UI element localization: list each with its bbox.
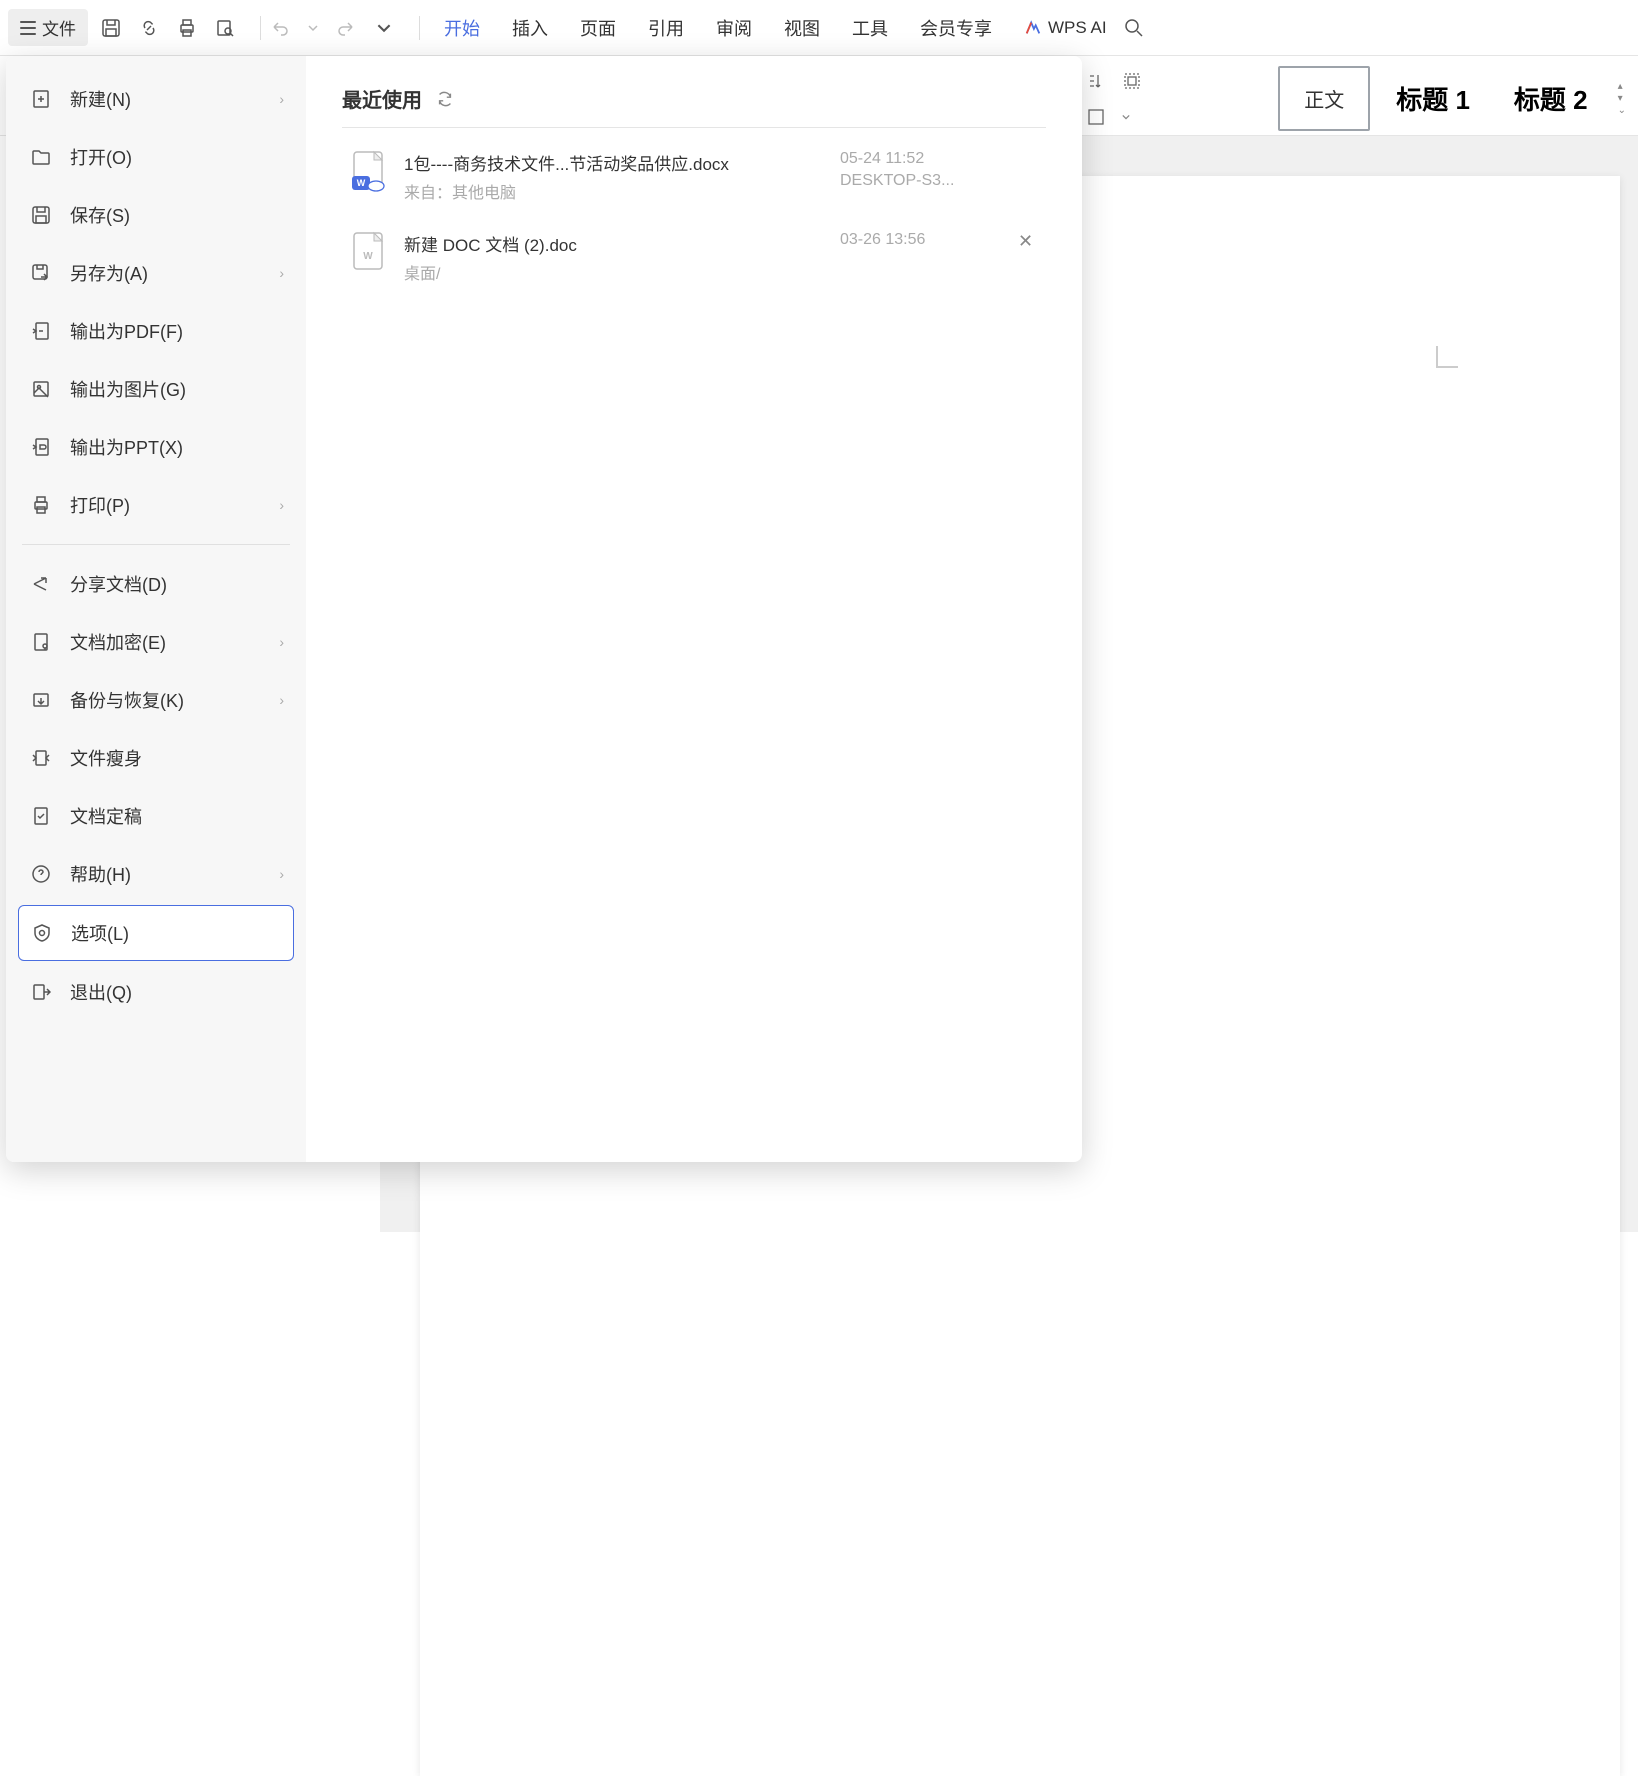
open-icon [30,146,52,168]
search-icon[interactable] [1123,17,1145,39]
sidebar-item-export-image[interactable]: 输出为图片(G) [18,362,294,416]
recent-file-time: 05-24 11:52 [840,150,924,168]
tab-reference[interactable]: 引用 [648,11,684,45]
recent-file-name: 1包----商务技术文件...节活动奖品供应.docx [404,150,822,175]
tab-insert[interactable]: 插入 [512,11,548,45]
sort-icon[interactable] [1085,70,1107,92]
help-icon [30,863,52,885]
print-menu-icon [30,494,52,516]
export-image-icon [30,378,52,400]
undo-dropdown-icon[interactable] [307,17,319,39]
styles-up-icon[interactable]: ▴ [1618,82,1626,92]
sidebar-item-saveas[interactable]: 另存为(A) › [18,246,294,300]
chevron-right-icon: › [279,497,284,513]
refresh-icon[interactable] [434,88,456,110]
backup-icon [30,689,52,711]
sidebar-item-print[interactable]: 打印(P) › [18,478,294,532]
export-ppt-icon [30,436,52,458]
style-normal[interactable]: 正文 [1278,66,1370,131]
saveas-icon [30,262,52,284]
file-menu-button[interactable]: 文件 [8,9,88,46]
menu-tabs: 开始 插入 页面 引用 审阅 视图 工具 会员专享 [444,11,992,45]
word-cloud-icon: W [350,150,386,194]
share-icon [30,573,52,595]
finalize-icon [30,805,52,827]
tab-review[interactable]: 审阅 [716,11,752,45]
more-dropdown-icon[interactable] [373,17,395,39]
file-label: 文件 [42,15,76,40]
sidebar-item-export-pdf[interactable]: 输出为PDF(F) [18,304,294,358]
recent-file-time: 03-26 13:56 [840,231,925,249]
options-icon [31,922,53,944]
new-icon [30,88,52,110]
wps-ai-icon [1024,19,1042,37]
file-sidebar: 新建(N) › 打开(O) 保存(S) 另存为(A) › 输出为PDF(F) 输… [6,56,306,1162]
chevron-right-icon: › [279,692,284,708]
link-icon[interactable] [138,17,160,39]
sidebar-item-export-ppt[interactable]: 输出为PPT(X) [18,420,294,474]
recent-file-row[interactable]: W 1包----商务技术文件...节活动奖品供应.docx 来自：其他电脑 05… [342,136,1046,217]
wps-ai-button[interactable]: WPS AI [1024,18,1107,38]
recent-title: 最近使用 [342,84,422,113]
hamburger-icon [20,21,36,35]
save-icon[interactable] [100,17,122,39]
sidebar-item-save[interactable]: 保存(S) [18,188,294,242]
tab-tools[interactable]: 工具 [852,11,888,45]
toolbar-divider-2 [419,16,420,40]
sidebar-item-new[interactable]: 新建(N) › [18,72,294,126]
word-icon: W [350,231,386,275]
top-toolbar: 文件 开始 插入 页面 引用 审阅 [0,0,1638,56]
chevron-right-icon: › [279,634,284,650]
sidebar-item-options[interactable]: 选项(L) [18,905,294,961]
tab-member[interactable]: 会员专享 [920,11,992,45]
style-heading2[interactable]: 标题 2 [1496,64,1606,133]
recent-file-source: 来自：其他电脑 [404,179,822,203]
exit-icon [30,981,52,1003]
undo-icon[interactable] [269,17,291,39]
print-icon[interactable] [176,17,198,39]
slim-icon [30,747,52,769]
encrypt-icon [30,631,52,653]
sidebar-divider [22,544,290,545]
close-icon[interactable]: ✕ [1018,231,1038,252]
recent-file-source: 桌面/ [404,260,822,284]
recent-file-name: 新建 DOC 文档 (2).doc [404,231,822,256]
sidebar-item-help[interactable]: 帮助(H) › [18,847,294,901]
svg-text:W: W [363,251,373,262]
styles-expand-icon[interactable]: ⌄ [1618,106,1626,116]
sidebar-item-share[interactable]: 分享文档(D) [18,557,294,611]
sidebar-item-open[interactable]: 打开(O) [18,130,294,184]
chevron-right-icon: › [279,265,284,281]
style-heading1[interactable]: 标题 1 [1378,64,1488,133]
sidebar-item-exit[interactable]: 退出(Q) [18,965,294,1019]
select-all-icon[interactable] [1121,70,1143,92]
recent-divider [342,127,1046,128]
border-dropdown-icon[interactable] [1121,106,1131,128]
sidebar-item-encrypt[interactable]: 文档加密(E) › [18,615,294,669]
save-file-icon [30,204,52,226]
recent-file-row[interactable]: W 新建 DOC 文档 (2).doc 桌面/ 03-26 13:56 ✕ [342,217,1046,298]
chevron-right-icon: › [279,91,284,107]
sidebar-item-backup[interactable]: 备份与恢复(K) › [18,673,294,727]
export-pdf-icon [30,320,52,342]
page-corner-mark [1436,346,1458,368]
sidebar-item-slim[interactable]: 文件瘦身 [18,731,294,785]
svg-text:W: W [357,178,366,188]
recent-file-location: DESKTOP-S3... [840,172,954,190]
file-dropdown-panel: 新建(N) › 打开(O) 保存(S) 另存为(A) › 输出为PDF(F) 输… [6,56,1082,1162]
print-preview-icon[interactable] [214,17,236,39]
border-icon[interactable] [1085,106,1107,128]
tab-start[interactable]: 开始 [444,11,480,45]
tab-page[interactable]: 页面 [580,11,616,45]
toolbar-divider [260,16,261,40]
sidebar-item-finalize[interactable]: 文档定稿 [18,789,294,843]
chevron-right-icon: › [279,866,284,882]
styles-down-icon[interactable]: ▾ [1618,94,1626,104]
redo-icon[interactable] [335,17,357,39]
recent-panel: 最近使用 W 1包----商务技术文件...节活动奖品供应.docx 来自：其他… [306,56,1082,1162]
tab-view[interactable]: 视图 [784,11,820,45]
